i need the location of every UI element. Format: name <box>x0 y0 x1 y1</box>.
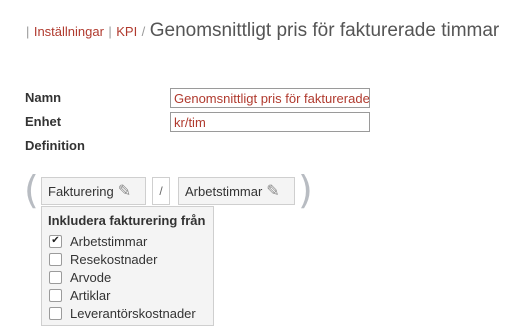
breadcrumb-separator: | <box>108 24 112 39</box>
dropdown-heading: Inkludera fakturering från <box>48 213 206 228</box>
option-arvode[interactable]: Arvode <box>48 268 213 286</box>
checkbox[interactable]: ✔ <box>49 234 62 248</box>
option-label: Leverantörskostnader <box>70 305 196 321</box>
breadcrumb-link-settings[interactable]: Inställningar <box>34 24 104 39</box>
pencil-icon[interactable]: ✎ <box>118 181 131 201</box>
checkbox[interactable] <box>49 252 62 266</box>
breadcrumb: | Inställningar | KPI / Genomsnittligt p… <box>26 20 499 42</box>
denominator-chip[interactable]: Arbetstimmar ✎ <box>178 177 295 205</box>
close-parenthesis: ) <box>298 168 313 212</box>
numerator-chip[interactable]: Fakturering ✎ <box>41 177 146 205</box>
pencil-icon[interactable]: ✎ <box>266 181 279 201</box>
breadcrumb-slash: / <box>141 24 146 39</box>
breadcrumb-link-kpi[interactable]: KPI <box>116 24 137 39</box>
checkbox[interactable] <box>49 306 62 320</box>
unit-field[interactable] <box>170 112 370 132</box>
name-field[interactable] <box>170 88 370 108</box>
option-arbetstimmar[interactable]: ✔ Arbetstimmar <box>48 232 213 250</box>
denominator-label: Arbetstimmar <box>185 183 263 199</box>
option-resekostnader[interactable]: Resekostnader <box>48 250 213 268</box>
open-parenthesis: ( <box>24 168 39 212</box>
page-title: Genomsnittligt pris för fakturerade timm… <box>149 20 500 41</box>
checkbox[interactable] <box>49 270 62 284</box>
option-leverantorskostnader[interactable]: Leverantörskostnader <box>48 304 213 322</box>
include-billing-dropdown: Inkludera fakturering från ✔ Arbetstimma… <box>41 206 214 326</box>
option-artiklar[interactable]: Artiklar <box>48 286 213 304</box>
option-label: Arvode <box>70 269 112 285</box>
name-label: Namn <box>25 90 62 105</box>
numerator-label: Fakturering <box>48 183 114 199</box>
option-label: Arbetstimmar <box>70 233 148 249</box>
option-label: Resekostnader <box>70 251 158 267</box>
divide-operator: / <box>152 177 170 205</box>
option-label: Artiklar <box>70 287 111 303</box>
breadcrumb-separator: | <box>26 24 30 39</box>
definition-label: Definition <box>25 138 85 153</box>
unit-label: Enhet <box>25 114 62 129</box>
checkbox[interactable] <box>49 288 62 302</box>
